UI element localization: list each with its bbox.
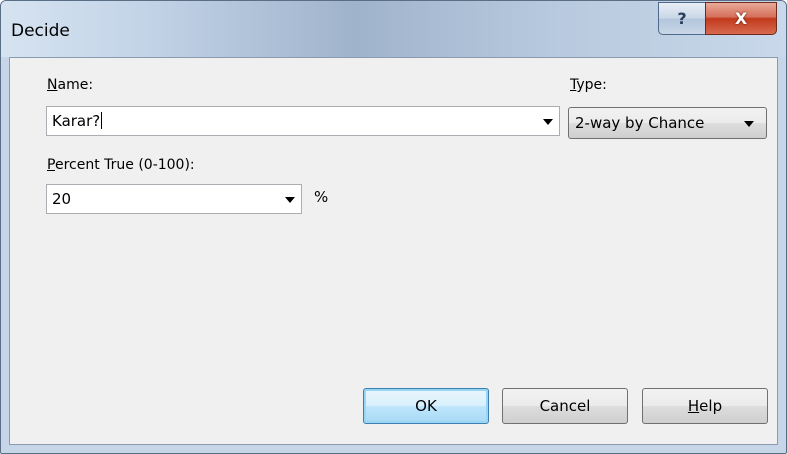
decide-dialog: Decide ? X Name: Karar? Type: 2-way by C… [0,0,787,454]
cancel-button[interactable]: Cancel [502,388,628,424]
type-select-value: 2-way by Chance [575,114,705,132]
help-caption-button[interactable]: ? [658,2,706,35]
text-cursor [101,112,103,129]
type-dropdown-arrow-icon [744,121,754,127]
help-button-label: Help [687,397,723,415]
percent-true-combobox[interactable]: 20 [46,184,302,214]
type-select[interactable]: 2-way by Chance [568,107,767,139]
question-icon: ? [677,9,687,28]
percent-true-label: Percent True (0-100): [47,157,195,173]
percent-true-value[interactable]: 20 [52,190,71,208]
name-input-value[interactable]: Karar? [52,112,103,130]
close-button[interactable]: X [705,2,777,35]
ok-button-label: OK [415,397,437,415]
close-icon: X [734,9,748,28]
name-dropdown-arrow-icon[interactable] [543,119,553,125]
help-button[interactable]: Help [642,388,768,424]
percent-unit-label: % [314,188,329,206]
title-bar[interactable]: Decide ? X [1,1,786,57]
percent-dropdown-arrow-icon[interactable] [285,197,295,203]
type-label: Type: [570,77,607,93]
name-combobox[interactable]: Karar? [46,106,560,136]
dialog-body: Name: Karar? Type: 2-way by Chance Perce… [9,57,778,445]
ok-button[interactable]: OK [363,388,489,424]
name-label: Name: [47,77,94,93]
cancel-button-label: Cancel [539,397,591,415]
dialog-title: Decide [11,21,70,41]
